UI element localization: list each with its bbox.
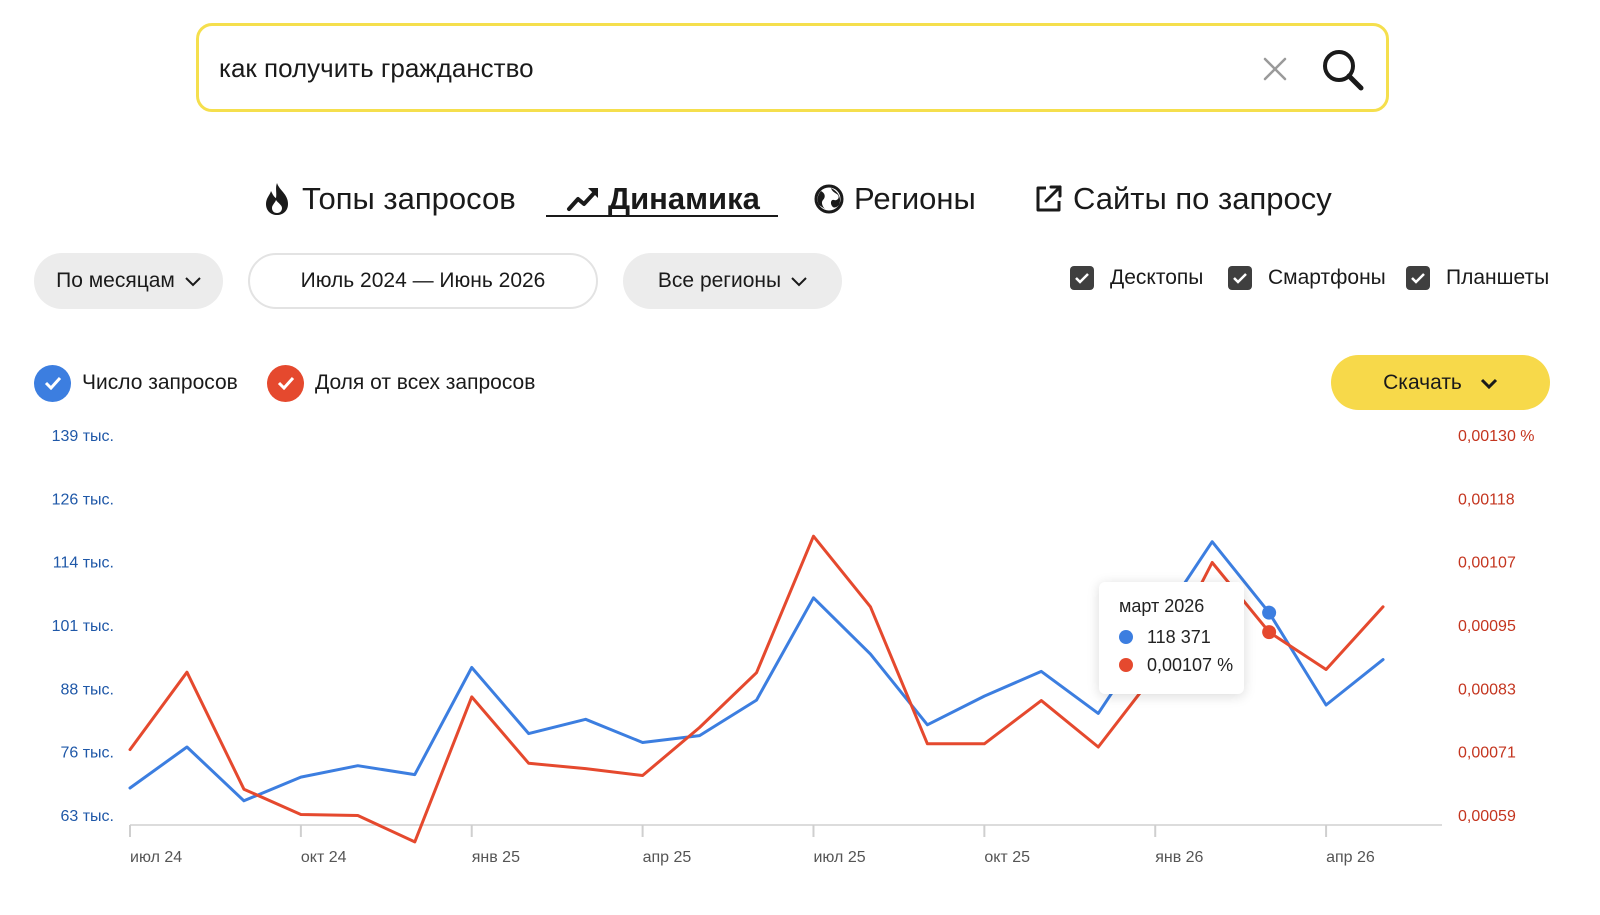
checkbox-checked-icon — [1228, 266, 1252, 290]
highlight-point-count — [1262, 605, 1277, 620]
checkbox-checked-icon — [1406, 266, 1430, 290]
y-left-tick-label: 139 тыс. — [52, 428, 114, 445]
tab-regions[interactable]: Регионы — [812, 176, 976, 222]
date-range-label: Июль 2024 — Июнь 2026 — [300, 269, 546, 292]
device-label: Десктопы — [1110, 266, 1204, 289]
x-tick-label: янв 25 — [472, 849, 520, 866]
tooltip-row-count: 118 371 — [1119, 623, 1244, 651]
device-label: Планшеты — [1446, 266, 1550, 289]
series-label: Число запросов — [82, 371, 238, 394]
tooltip-count-value: 118 371 — [1147, 626, 1211, 647]
device-label: Смартфоны — [1268, 266, 1386, 289]
x-tick-label: окт 24 — [301, 849, 347, 866]
checkbox-checked-icon — [1070, 266, 1094, 290]
series-toggle-count[interactable]: Число запросов — [34, 364, 238, 402]
device-tablet-checkbox[interactable]: Планшеты — [1406, 266, 1549, 290]
period-select[interactable]: По месяцам — [34, 253, 223, 309]
x-tick-label: июл 24 — [130, 849, 182, 866]
tab-label: Регионы — [854, 181, 976, 216]
tab-label: Топы запросов — [302, 181, 516, 216]
download-button[interactable]: Скачать — [1331, 355, 1550, 410]
trend-icon — [566, 182, 600, 216]
x-tick-label: апр 26 — [1326, 849, 1375, 866]
y-right-tick-label: 0,00095 — [1458, 618, 1516, 635]
y-right-tick-label: 0,00083 — [1458, 681, 1516, 698]
x-tick-label: июл 25 — [813, 849, 865, 866]
check-icon — [34, 364, 71, 402]
y-right-tick-label: 0,00107 — [1458, 555, 1516, 572]
series-label: Доля от всех запросов — [315, 371, 536, 394]
tab-label: Динамика — [608, 181, 760, 216]
tooltip-row-share: 0,00107 % — [1119, 651, 1244, 679]
legend-dot — [1119, 658, 1133, 672]
active-tab-underline — [546, 215, 778, 217]
tooltip-title: март 2026 — [1119, 596, 1205, 616]
x-tick-label: окт 25 — [984, 849, 1030, 866]
y-right-tick-label: 0,00130 % — [1458, 428, 1535, 445]
region-label: Все регионы — [657, 269, 782, 292]
y-left-tick-label: 101 тыс. — [52, 618, 114, 635]
chevron-down-icon — [185, 269, 201, 293]
x-tick-label: апр 25 — [643, 849, 692, 866]
search-icon[interactable] — [1319, 46, 1367, 94]
device-smartphone-checkbox[interactable]: Смартфоны — [1228, 266, 1386, 290]
fire-icon — [260, 182, 294, 216]
tab-label: Сайты по запросу — [1073, 181, 1332, 216]
tab-sites[interactable]: Сайты по запросу — [1031, 176, 1332, 222]
device-desktop-checkbox[interactable]: Десктопы — [1070, 266, 1203, 290]
y-left-tick-label: 114 тыс. — [53, 555, 114, 572]
region-select[interactable]: Все регионы — [623, 253, 842, 309]
view-tabs: Топы запросов Динамика Регионы Сайты по … — [0, 170, 1600, 226]
y-left-tick-label: 126 тыс. — [52, 491, 114, 508]
chevron-down-icon — [791, 269, 807, 293]
tooltip-share-value: 0,00107 % — [1147, 654, 1234, 675]
y-left-tick-label: 88 тыс. — [60, 681, 114, 698]
highlight-point-share — [1262, 625, 1277, 640]
date-range-picker[interactable]: Июль 2024 — Июнь 2026 — [248, 253, 598, 309]
y-right-tick-label: 0,00059 — [1458, 808, 1516, 825]
x-tick-label: янв 26 — [1155, 849, 1203, 866]
chevron-down-icon — [1480, 371, 1498, 395]
search-input[interactable] — [219, 46, 1199, 90]
download-label: Скачать — [1383, 370, 1462, 394]
legend-dot — [1119, 630, 1133, 644]
y-right-tick-label: 0,00071 — [1458, 745, 1516, 762]
clear-icon[interactable] — [1259, 53, 1291, 85]
check-icon — [267, 364, 304, 402]
tab-top-queries[interactable]: Топы запросов — [260, 176, 516, 222]
external-link-icon — [1031, 182, 1065, 216]
search-bar — [196, 23, 1389, 112]
period-label: По месяцам — [56, 269, 175, 292]
globe-icon — [812, 182, 846, 216]
chart-tooltip: март 2026 118 371 0,00107 % — [1099, 582, 1244, 694]
y-right-tick-label: 0,00118 — [1458, 491, 1515, 508]
y-left-tick-label: 63 тыс. — [60, 808, 114, 825]
dynamics-chart: 139 тыс. 126 тыс. 114 тыс. 101 тыс. 88 тыс. 7… — [52, 428, 1535, 866]
series-toggle-share[interactable]: Доля от всех запросов — [267, 364, 535, 402]
y-left-tick-label: 76 тыс. — [60, 745, 114, 762]
